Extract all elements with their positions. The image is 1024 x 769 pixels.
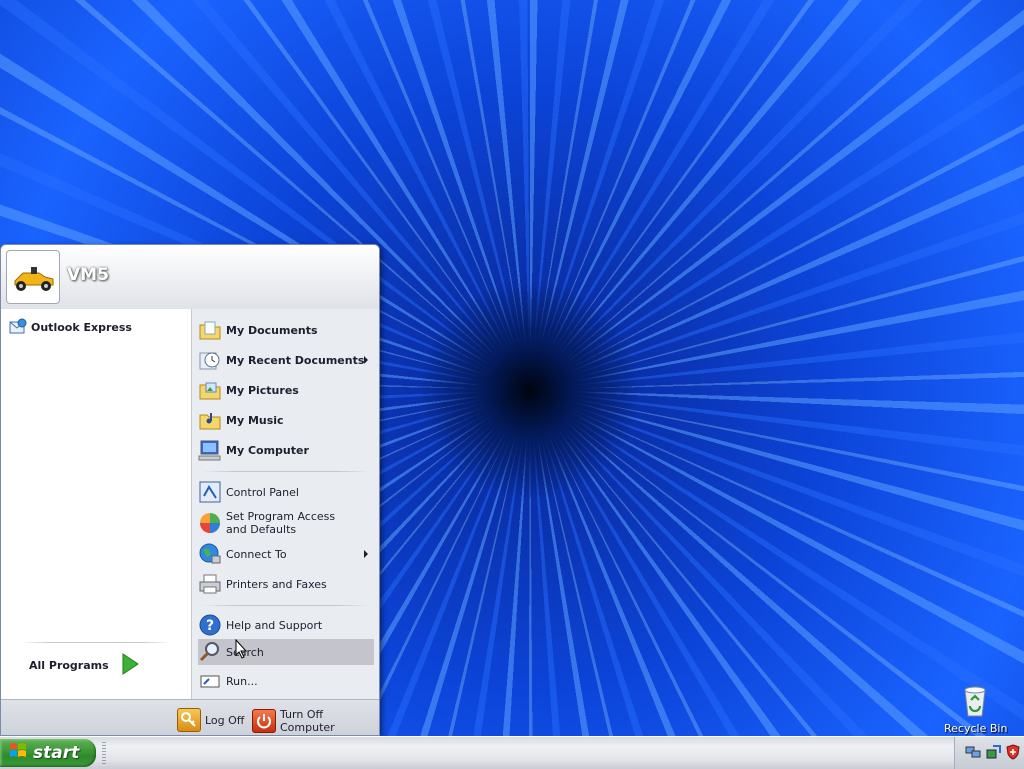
start-label: start	[33, 743, 80, 763]
start-menu: VM5 Outlook Express All Programs My Docu…	[0, 244, 380, 736]
log-off-label: Log Off	[205, 713, 245, 727]
control-panel-icon	[198, 480, 222, 504]
menu-item-set-program-access[interactable]: Set Program Access and Defaults	[198, 507, 376, 539]
recycle-bin-icon	[960, 684, 990, 718]
menu-item-my-recent-documents[interactable]: My Recent Documents	[198, 345, 376, 375]
menu-item-my-computer[interactable]: My Computer	[198, 435, 376, 465]
separator	[202, 605, 370, 606]
user-avatar[interactable]	[7, 251, 59, 303]
menu-item-label: Connect To	[226, 547, 287, 561]
power-icon	[252, 709, 276, 733]
menu-item-my-pictures[interactable]: My Pictures	[198, 375, 376, 405]
mouse-cursor-icon	[235, 638, 248, 662]
menu-item-label: Set Program Access and Defaults	[226, 510, 336, 536]
menu-item-label: My Computer	[226, 443, 309, 457]
turn-off-label: Turn Off Computer	[280, 708, 335, 734]
menu-item-control-panel[interactable]: Control Panel	[198, 477, 376, 507]
menu-item-connect-to[interactable]: Connect To	[198, 539, 376, 569]
user-name: VM5	[67, 265, 109, 285]
security-shield-icon[interactable]	[1005, 743, 1021, 763]
menu-item-label: Printers and Faxes	[226, 577, 327, 591]
computer-icon	[198, 438, 222, 462]
key-icon	[177, 708, 201, 732]
menu-item-run[interactable]: Run...	[198, 667, 376, 695]
svg-text:?: ?	[206, 618, 214, 634]
menu-item-my-music[interactable]: My Music	[198, 405, 376, 435]
printer-icon	[198, 572, 222, 596]
pinned-item-outlook-express[interactable]: Outlook Express	[9, 317, 187, 337]
taskbar-grip[interactable]	[102, 742, 106, 764]
menu-item-search[interactable]: Search	[198, 639, 374, 665]
pictures-folder-icon	[198, 378, 222, 402]
recycle-bin-shortcut[interactable]: Recycle Bin	[944, 684, 1008, 735]
help-icon: ?	[198, 613, 222, 637]
all-programs-button[interactable]: All Programs	[29, 649, 179, 681]
windows-flag-icon	[9, 742, 27, 765]
program-access-icon	[198, 511, 222, 535]
music-folder-icon	[198, 408, 222, 432]
search-icon	[198, 640, 222, 664]
network-icon[interactable]	[965, 744, 981, 763]
menu-item-my-documents[interactable]: My Documents	[198, 315, 376, 345]
outlook-express-icon	[9, 318, 27, 336]
menu-item-printers-faxes[interactable]: Printers and Faxes	[198, 569, 376, 599]
green-arrow-icon	[121, 652, 139, 678]
turn-off-computer-button[interactable]: Turn Off Computer	[252, 708, 379, 734]
log-off-button[interactable]: Log Off	[177, 708, 244, 732]
submenu-arrow-icon	[364, 356, 368, 364]
all-programs-label: All Programs	[29, 658, 109, 672]
recycle-bin-label: Recycle Bin	[944, 722, 1008, 735]
menu-item-label: My Documents	[226, 323, 318, 337]
menu-item-label: Control Panel	[226, 485, 299, 499]
connect-globe-icon	[198, 542, 222, 566]
menu-item-label: My Music	[226, 413, 284, 427]
menu-item-help-support[interactable]: ? Help and Support	[198, 611, 376, 639]
pinned-item-label: Outlook Express	[31, 320, 132, 334]
menu-item-label: My Recent Documents	[226, 353, 365, 367]
start-menu-footer: Log Off Turn Off Computer	[1, 699, 379, 735]
menu-item-label: My Pictures	[226, 383, 299, 397]
run-icon	[198, 669, 222, 693]
start-button[interactable]: start	[0, 739, 96, 767]
separator	[202, 471, 370, 472]
system-tray	[954, 737, 1024, 769]
start-menu-right-pane: My Documents My Recent Documents My Pict…	[191, 309, 379, 699]
start-menu-left-pane: Outlook Express All Programs	[1, 309, 191, 699]
start-menu-header: VM5	[1, 245, 379, 310]
recent-documents-icon	[198, 348, 222, 372]
submenu-arrow-icon	[364, 550, 368, 558]
menu-item-label: Help and Support	[226, 618, 323, 632]
update-icon[interactable]	[985, 744, 1001, 763]
separator	[21, 642, 171, 643]
documents-folder-icon	[198, 318, 222, 342]
taskbar: start	[0, 736, 1024, 769]
menu-item-label: Run...	[226, 674, 258, 688]
